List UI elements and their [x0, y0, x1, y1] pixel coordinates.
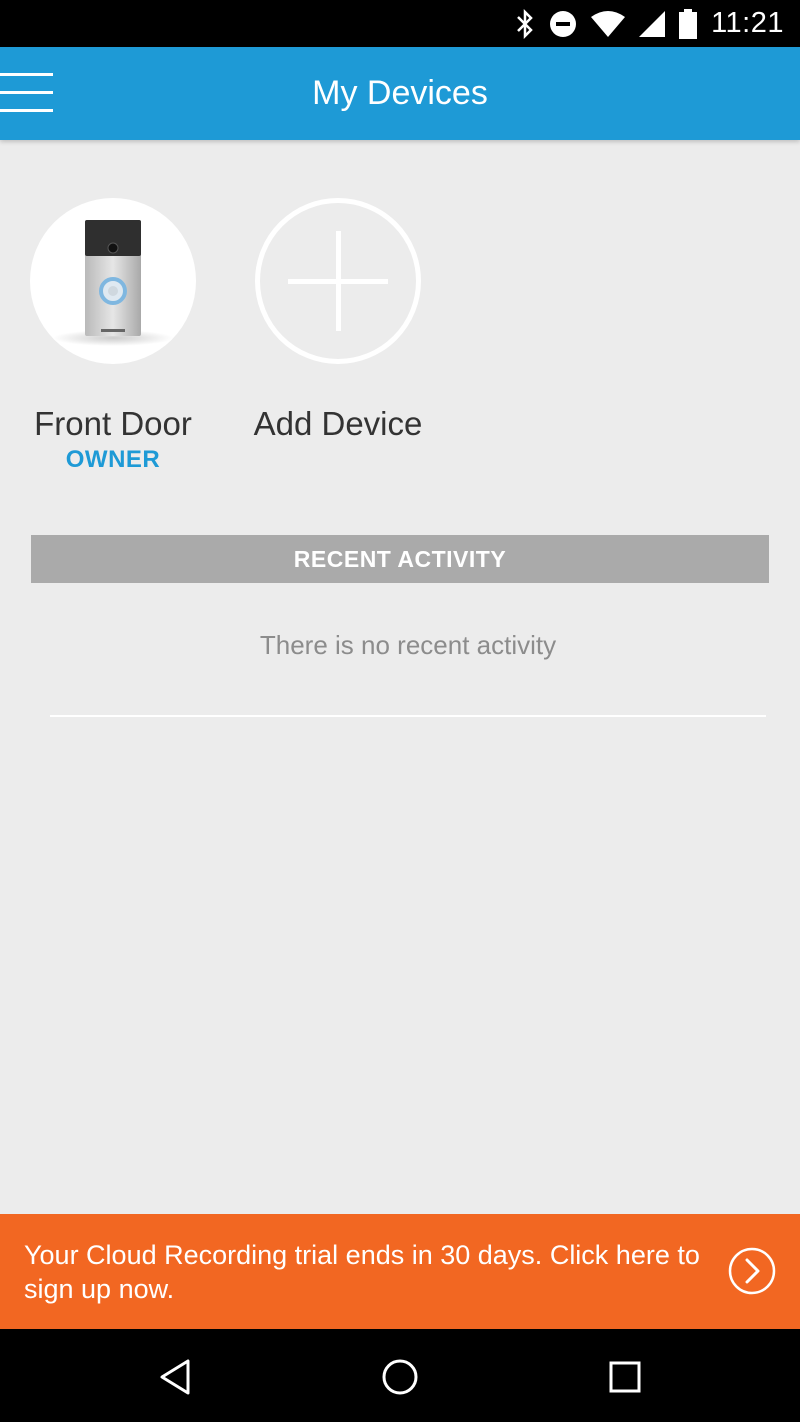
- add-device-tile[interactable]: Add Device: [225, 198, 451, 444]
- wifi-icon: [591, 10, 626, 37]
- add-device-button[interactable]: [255, 198, 421, 364]
- system-nav-bar: [0, 1329, 800, 1422]
- battery-icon: [679, 8, 698, 39]
- device-tile-front-door[interactable]: Front Door OWNER: [0, 198, 226, 474]
- app-bar: My Devices: [0, 47, 800, 140]
- cell-signal-icon: [639, 10, 666, 37]
- device-role-badge: OWNER: [65, 446, 161, 473]
- bluetooth-icon: [517, 8, 533, 39]
- add-device-label: Add Device: [253, 405, 423, 442]
- page-title: My Devices: [312, 74, 488, 112]
- home-icon[interactable]: [380, 1357, 420, 1397]
- doorbell-image[interactable]: [30, 198, 196, 364]
- recents-icon[interactable]: [605, 1357, 645, 1397]
- chevron-right-circle-icon[interactable]: [728, 1247, 776, 1295]
- recent-activity-header: RECENT ACTIVITY: [31, 535, 769, 583]
- do-not-disturb-icon: [550, 10, 577, 37]
- doorbell-icon: [53, 220, 173, 346]
- divider: [50, 715, 766, 717]
- cloud-recording-banner[interactable]: Your Cloud Recording trial ends in 30 da…: [0, 1214, 800, 1329]
- plus-icon: [288, 231, 388, 331]
- hamburger-menu-icon[interactable]: [0, 73, 56, 113]
- no-activity-message: There is no recent activity: [259, 630, 557, 660]
- status-bar: 11:21: [0, 0, 800, 47]
- status-icons: 11:21: [515, 0, 784, 47]
- status-time: 11:21: [711, 7, 784, 39]
- device-name: Front Door: [34, 405, 192, 442]
- back-icon[interactable]: [156, 1357, 196, 1397]
- banner-text: Your Cloud Recording trial ends in 30 da…: [24, 1240, 700, 1304]
